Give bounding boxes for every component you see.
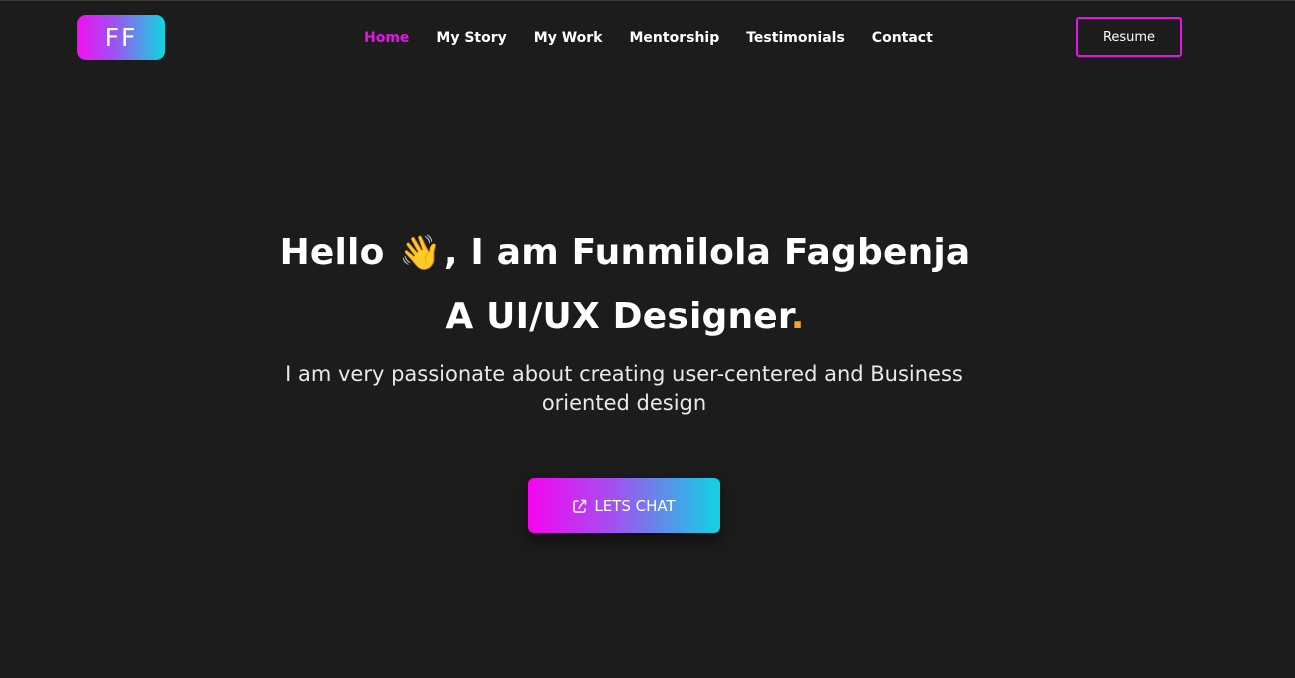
hero-greeting: Hello: [279, 232, 385, 273]
lets-chat-label: LETS CHAT: [594, 496, 676, 515]
hero-intro: , I am Funmilola Fagbenja: [443, 232, 971, 273]
nav-testimonials[interactable]: Testimonials: [746, 30, 845, 46]
hero-heading: Hello 👋, I am Funmilola Fagbenja: [0, 232, 1250, 273]
nav-mentorship[interactable]: Mentorship: [630, 30, 720, 46]
nav-contact[interactable]: Contact: [872, 30, 933, 46]
nav-home[interactable]: Home: [364, 30, 409, 46]
waving-hand-icon: 👋: [399, 233, 442, 273]
nav-my-work[interactable]: My Work: [534, 30, 603, 46]
hero-tagline: I am very passionate about creating user…: [285, 362, 963, 415]
hero-role-dot: .: [790, 296, 805, 337]
hero-role-text: A UI/UX Designer: [445, 296, 791, 337]
nav-my-story[interactable]: My Story: [436, 30, 506, 46]
main-nav: Home My Story My Work Mentorship Testimo…: [364, 28, 933, 48]
logo[interactable]: FF: [77, 15, 165, 60]
resume-button[interactable]: Resume: [1076, 17, 1182, 57]
lets-chat-button[interactable]: LETS CHAT: [528, 478, 720, 533]
top-border: [0, 0, 1295, 1]
share-icon: [573, 499, 587, 513]
hero-role: A UI/UX Designer.: [0, 296, 1250, 337]
